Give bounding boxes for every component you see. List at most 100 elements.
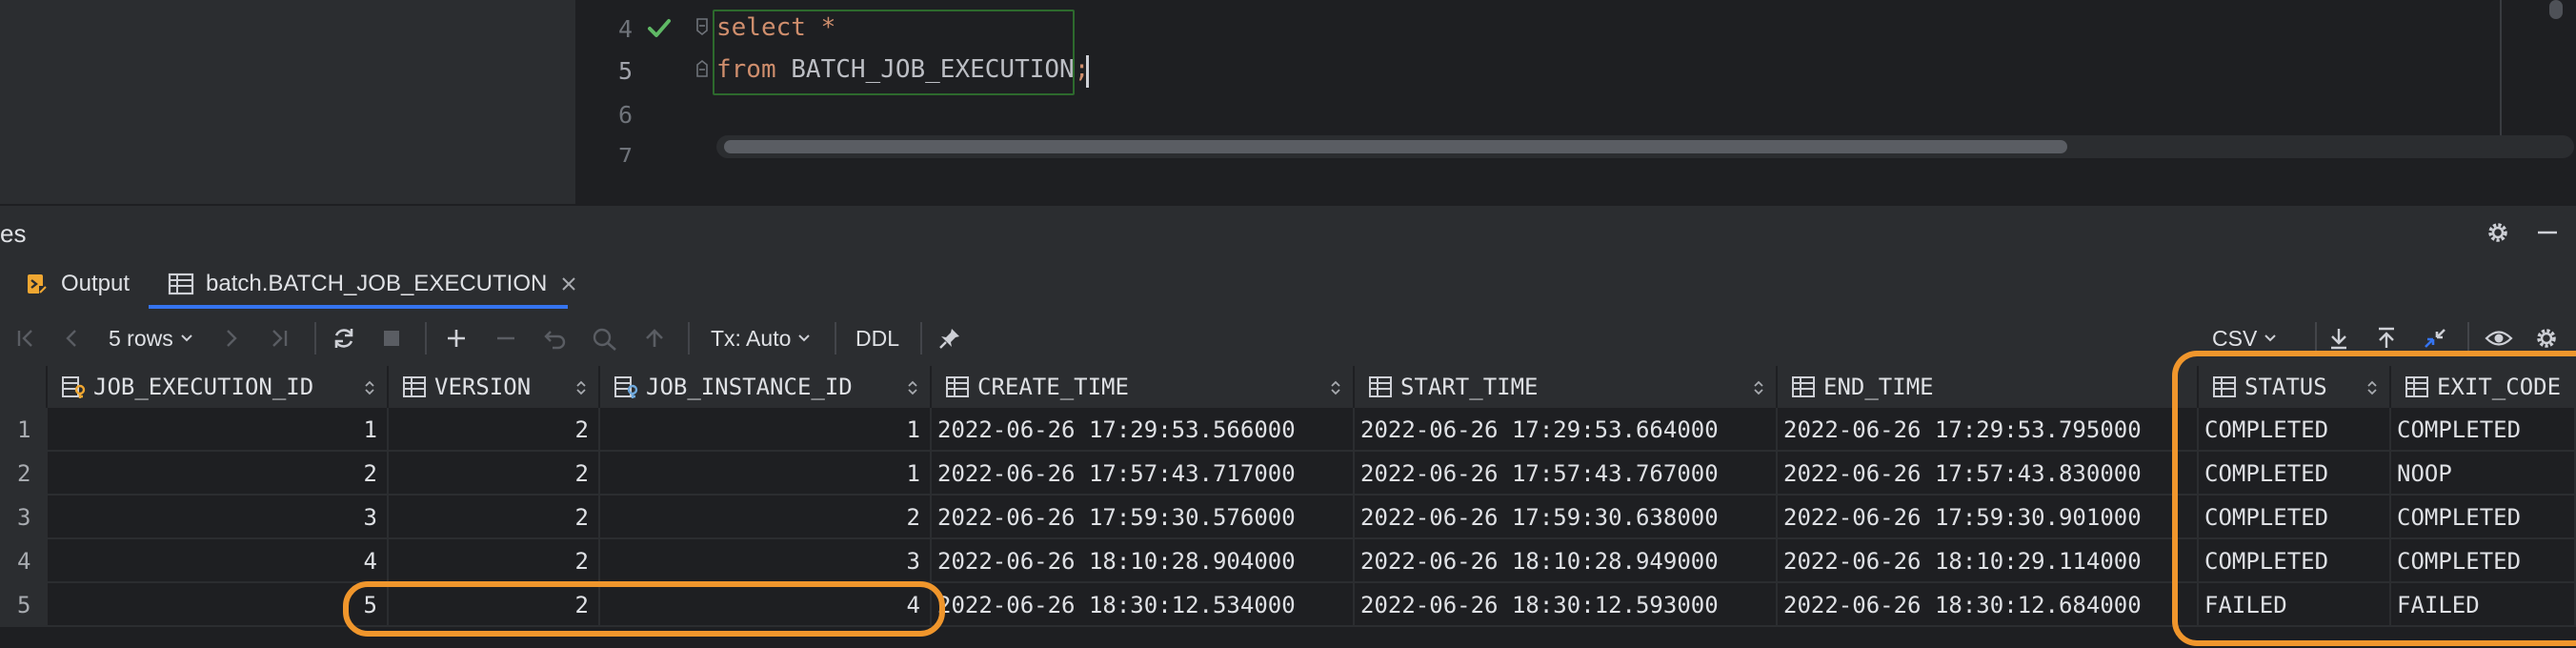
eye-icon[interactable] [2483,324,2515,353]
toolbar-separator [2467,322,2469,354]
active-tab-indicator [149,305,568,309]
row-number[interactable]: 1 [0,408,48,452]
row-number[interactable]: 5 [0,583,48,627]
table-cell-end-time[interactable]: 2022-06-26 18:10:29.114000 [1778,539,2199,583]
table-cell-start-time[interactable]: 2022-06-26 17:29:53.664000 [1355,408,1778,452]
table-cell-version[interactable]: 2 [389,408,600,452]
download-icon[interactable] [2324,324,2353,353]
preview-changes-icon[interactable] [591,324,619,353]
table-cell-end-time[interactable]: 2022-06-26 17:57:43.830000 [1778,452,2199,496]
column-header-create-time[interactable]: CREATE_TIME [932,366,1355,408]
output-icon [28,274,47,294]
sort-icon[interactable] [907,379,918,396]
table-cell-create-time[interactable]: 2022-06-26 18:10:28.904000 [932,539,1355,583]
first-page-icon[interactable] [13,324,38,353]
table-cell-create-time[interactable]: 2022-06-26 17:57:43.717000 [932,452,1355,496]
table-icon [168,273,194,295]
revert-icon[interactable] [541,324,570,353]
fold-icon[interactable] [695,17,709,36]
vertical-scrollbar-thumb[interactable] [2549,0,2563,19]
tab-output[interactable]: Output [25,257,130,311]
table-cell-start-time[interactable]: 2022-06-26 17:57:43.767000 [1355,452,1778,496]
previous-page-icon[interactable] [61,324,82,353]
table-cell-job-execution-id[interactable]: 4 [48,539,389,583]
export-format-dropdown[interactable]: CSV [2212,324,2278,353]
tx-label: Tx: Auto [711,325,792,351]
delete-row-icon[interactable] [492,324,520,353]
highlight-box-status-columns [2172,351,2576,646]
last-page-icon[interactable] [267,324,292,353]
sort-icon[interactable] [575,379,587,396]
column-header-job-instance-id[interactable]: JOB_INSTANCE_ID [600,366,932,408]
minimize-icon[interactable] [2534,219,2561,246]
table-cell-create-time[interactable]: 2022-06-26 18:30:12.534000 [932,583,1355,627]
table-cell-job-instance-id[interactable]: 3 [600,539,932,583]
compare-icon[interactable] [2420,324,2450,353]
gear-icon[interactable] [2485,219,2511,246]
table-cell-version[interactable]: 2 [389,496,600,539]
table-cell-version[interactable]: 2 [389,539,600,583]
table-cell-create-time[interactable]: 2022-06-26 17:59:30.576000 [932,496,1355,539]
table-cell-start-time[interactable]: 2022-06-26 18:30:12.593000 [1355,583,1778,627]
table-cell-create-time[interactable]: 2022-06-26 17:29:53.566000 [932,408,1355,452]
table-cell-job-execution-id[interactable]: 1 [48,408,389,452]
submit-icon[interactable] [640,324,669,353]
toolbar-separator [425,322,427,354]
table-cell-job-execution-id[interactable]: 2 [48,452,389,496]
table-cell-end-time[interactable]: 2022-06-26 18:30:12.684000 [1778,583,2199,627]
tab-label: batch.BATCH_JOB_EXECUTION [206,271,548,296]
column-header-version[interactable]: VERSION [389,366,600,408]
tab-label: Output [61,271,131,296]
column-header-job-execution-id[interactable]: JOB_EXECUTION_ID [48,366,389,408]
tab-batch-job-execution[interactable]: batch.BATCH_JOB_EXECUTION [168,257,577,311]
services-panel-header: es [0,204,2576,259]
row-number[interactable]: 2 [0,452,48,496]
add-row-icon[interactable] [442,324,471,353]
column-icon [403,376,426,397]
gear-icon[interactable] [2532,324,2561,353]
sort-icon[interactable] [1330,379,1341,396]
toolbar-separator [688,322,690,354]
sort-icon[interactable] [1753,379,1764,396]
refresh-icon[interactable] [330,324,358,353]
column-name: JOB_EXECUTION_ID [93,374,314,400]
code-line-4[interactable]: select * [716,13,835,42]
table-cell-job-instance-id[interactable]: 1 [600,408,932,452]
ddl-button[interactable]: DDL [855,324,899,353]
column-name: START_TIME [1400,374,1539,400]
transaction-mode-dropdown[interactable]: Tx: Auto [711,324,812,353]
table-cell-job-execution-id[interactable]: 3 [48,496,389,539]
key-column-icon [62,376,86,398]
sort-icon[interactable] [364,379,375,396]
upload-icon[interactable] [2372,324,2401,353]
row-number[interactable]: 3 [0,496,48,539]
close-icon[interactable] [560,275,577,293]
table-cell-job-instance-id[interactable]: 2 [600,496,932,539]
toolbar-separator [314,322,316,354]
column-header-start-time[interactable]: START_TIME [1355,366,1778,408]
pin-icon[interactable] [936,324,964,353]
fold-icon[interactable] [695,59,709,78]
table-cell-end-time[interactable]: 2022-06-26 17:29:53.795000 [1778,408,2199,452]
sql-editor[interactable]: 4 5 6 7 select * from BATCH_JOB_EXECUTIO… [0,0,2576,204]
page-size-dropdown[interactable]: 5 rows [109,324,194,353]
sql-table-name: BATCH_JOB_EXECUTION [775,55,1075,84]
code-line-5[interactable]: from BATCH_JOB_EXECUTION; [716,55,1089,84]
toolbar-separator [835,322,836,354]
table-cell-start-time[interactable]: 2022-06-26 18:10:28.949000 [1355,539,1778,583]
horizontal-scrollbar-thumb[interactable] [724,140,2067,153]
column-header-end-time[interactable]: END_TIME [1778,366,2199,408]
row-number[interactable]: 4 [0,539,48,583]
stop-icon[interactable] [379,324,404,353]
sql-keyword: select [716,13,806,42]
check-icon[interactable] [646,15,673,42]
table-cell-end-time[interactable]: 2022-06-26 17:59:30.901000 [1778,496,2199,539]
table-cell-job-instance-id[interactable]: 1 [600,452,932,496]
table-cell-version[interactable]: 2 [389,452,600,496]
table-cell-job-execution-id[interactable]: 5 [48,583,389,627]
sql-keyword: from [716,55,776,84]
table-cell-start-time[interactable]: 2022-06-26 17:59:30.638000 [1355,496,1778,539]
next-page-icon[interactable] [221,324,242,353]
line-number: 4 [617,15,633,43]
panel-title: es [0,219,27,248]
